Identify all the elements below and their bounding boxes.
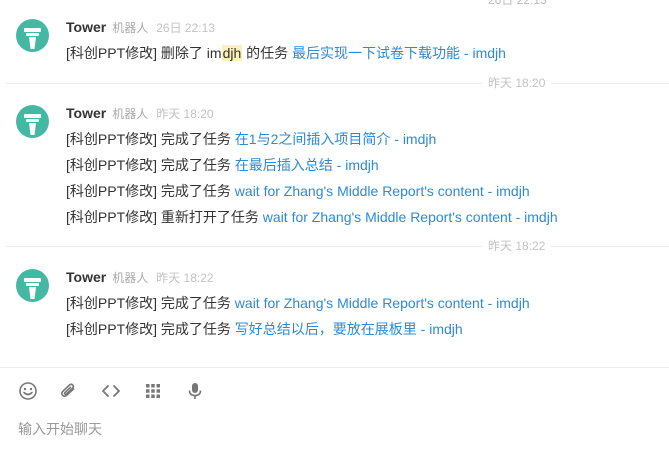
task-link[interactable]: 在1与2之间插入项目简介: [235, 131, 391, 147]
message-line: [科创PPT修改] 完成了任务 wait for Zhang's Middle …: [66, 181, 530, 201]
emoji-button[interactable]: [18, 381, 38, 401]
bot-tag: 机器人: [112, 271, 149, 285]
message-line: [科创PPT修改] 完成了任务 在最后插入总结 - imdjh: [66, 155, 379, 175]
project-name: [科创PPT修改]: [66, 295, 158, 311]
bot-tag: 机器人: [112, 107, 149, 121]
project-name: [科创PPT修改]: [66, 157, 158, 173]
task-link[interactable]: 最后实现一下试卷下载功能: [292, 45, 460, 61]
attachment-icon: [61, 383, 75, 397]
microphone-icon: [188, 383, 202, 399]
tower-logo-icon: [24, 278, 41, 299]
chat-input[interactable]: [18, 418, 648, 440]
task-link[interactable]: 在最后插入总结: [235, 157, 333, 173]
action-text: 完成了任务: [160, 183, 231, 199]
message-time: 昨天 18:22: [156, 271, 214, 285]
avatar[interactable]: [16, 105, 49, 138]
chat-window: 26日 22:13 Tower 机器人 26日 22:13 [科创PPT修改] 删除…: [0, 0, 669, 460]
tower-logo-icon: [24, 114, 41, 135]
date-divider: 昨天 18:20: [6, 76, 669, 90]
message-line: [科创PPT修改] 删除了 imdjh 的任务 最后实现一下试卷下载功能 - i…: [66, 43, 506, 63]
action-text-suffix: 的任务: [242, 45, 289, 61]
user-link[interactable]: - imdjh: [390, 131, 436, 147]
user-link[interactable]: - imdjh: [484, 183, 530, 199]
project-name: [科创PPT修改]: [66, 321, 158, 337]
message-line: [科创PPT修改] 完成了任务 在1与2之间插入项目简介 - imdjh: [66, 129, 436, 149]
avatar[interactable]: [16, 19, 49, 52]
project-name: [科创PPT修改]: [66, 183, 158, 199]
divider-label: 昨天 18:22: [482, 239, 552, 253]
user-link[interactable]: - imdjh: [512, 209, 558, 225]
attachment-button[interactable]: [59, 381, 79, 401]
divider-rule: [6, 246, 669, 247]
message-line: [科创PPT修改] 完成了任务 wait for Zhang's Middle …: [66, 293, 530, 313]
action-text: 完成了任务: [160, 157, 231, 173]
message-composer: [0, 367, 669, 460]
user-link[interactable]: - imdjh: [460, 45, 506, 61]
action-text: 完成了任务: [160, 321, 231, 337]
message-line: [科创PPT修改] 完成了任务 写好总结以后，要放在展板里 - imdjh: [66, 319, 463, 339]
message-time: 昨天 18:20: [156, 107, 214, 121]
task-link[interactable]: wait for Zhang's Middle Report's content: [235, 183, 484, 199]
top-cutoff-timestamp: 26日 22:13: [488, 0, 547, 7]
action-text: 完成了任务: [160, 295, 231, 311]
project-name: [科创PPT修改]: [66, 209, 158, 225]
message-time: 26日 22:13: [156, 21, 215, 35]
code-icon: [102, 385, 120, 397]
message-header: Tower 机器人 昨天 18:22: [66, 268, 214, 286]
sender-name[interactable]: Tower: [66, 19, 106, 35]
grid-button[interactable]: [143, 381, 163, 401]
voice-button[interactable]: [185, 381, 205, 401]
avatar[interactable]: [16, 269, 49, 302]
action-text: 删除了 im: [160, 45, 222, 61]
bot-tag: 机器人: [112, 21, 149, 35]
tower-logo-icon: [24, 28, 41, 49]
divider-rule: [6, 83, 669, 84]
divider-label: 昨天 18:20: [482, 76, 552, 90]
grid-icon: [146, 384, 160, 398]
task-link[interactable]: 写好总结以后，要放在展板里: [235, 321, 417, 337]
task-link[interactable]: wait for Zhang's Middle Report's content: [235, 295, 484, 311]
date-divider: 昨天 18:22: [6, 239, 669, 253]
highlighted-text: djh: [221, 45, 243, 61]
task-link[interactable]: wait for Zhang's Middle Report's content: [263, 209, 512, 225]
code-button[interactable]: [101, 381, 121, 401]
user-link[interactable]: - imdjh: [417, 321, 463, 337]
project-name: [科创PPT修改]: [66, 131, 158, 147]
sender-name[interactable]: Tower: [66, 269, 106, 285]
message-header: Tower 机器人 昨天 18:20: [66, 104, 214, 122]
project-name: [科创PPT修改]: [66, 45, 158, 61]
message-header: Tower 机器人 26日 22:13: [66, 18, 215, 36]
action-text: 重新打开了任务: [160, 209, 259, 225]
emoji-icon: [19, 382, 37, 400]
action-text: 完成了任务: [160, 131, 231, 147]
user-link[interactable]: - imdjh: [333, 157, 379, 173]
message-line: [科创PPT修改] 重新打开了任务 wait for Zhang's Middl…: [66, 207, 558, 227]
user-link[interactable]: - imdjh: [484, 295, 530, 311]
sender-name[interactable]: Tower: [66, 105, 106, 121]
